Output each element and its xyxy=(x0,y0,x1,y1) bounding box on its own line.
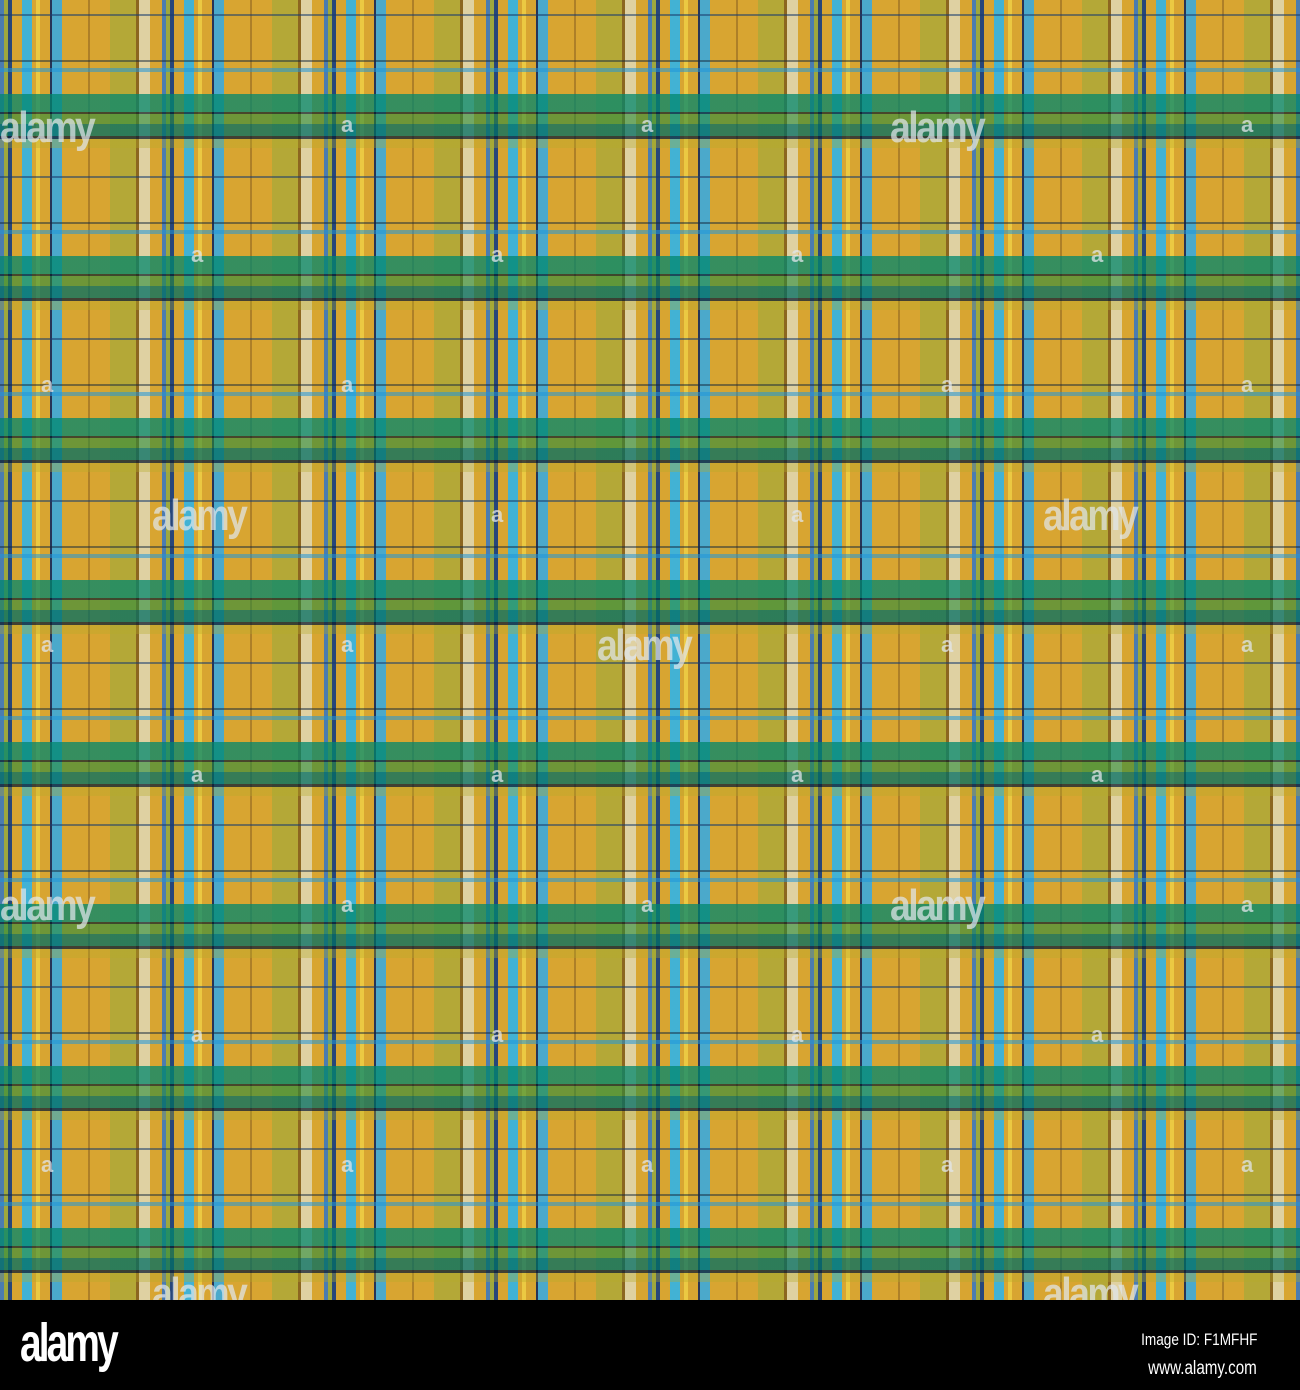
watermark-mark: a xyxy=(941,372,954,397)
watermark-mark: a xyxy=(941,1152,954,1177)
footer-bar: alamy Image ID: F1MFHF www.alamy.com xyxy=(0,1300,1300,1390)
watermark-mark: a xyxy=(41,632,54,657)
watermark-mark: a xyxy=(791,762,804,787)
watermark-mark: a xyxy=(1091,1022,1104,1047)
watermark-mark: a xyxy=(341,112,354,137)
watermark-mark: a xyxy=(1091,242,1104,267)
watermark: alamy xyxy=(890,881,986,930)
stock-image: alamy alamy alamy alamy alamy alamy alamy alamy… xyxy=(0,0,1300,1390)
watermark-mark: a xyxy=(41,1152,54,1177)
watermark-mark: a xyxy=(641,112,654,137)
watermark-mark: a xyxy=(191,762,204,787)
watermark: alamy xyxy=(597,621,693,670)
watermark: alamy xyxy=(152,491,248,540)
watermark-mark: a xyxy=(941,632,954,657)
image-id: Image ID: F1MFHF xyxy=(1140,1330,1257,1349)
watermark-mark: a xyxy=(491,762,504,787)
watermark: alamy xyxy=(1043,491,1139,540)
watermark-mark: a xyxy=(791,242,804,267)
watermark-mark: a xyxy=(191,1022,204,1047)
watermark-mark: a xyxy=(491,1022,504,1047)
watermark-mark: a xyxy=(1241,632,1254,657)
watermark-mark: a xyxy=(641,892,654,917)
watermark-mark: a xyxy=(791,502,804,527)
watermark-mark: a xyxy=(1091,762,1104,787)
watermark-mark: a xyxy=(491,242,504,267)
watermark-mark: a xyxy=(341,1152,354,1177)
watermark-mark: a xyxy=(791,1022,804,1047)
watermark-mark: a xyxy=(491,502,504,527)
watermark-mark: a xyxy=(1241,1152,1254,1177)
watermark: alamy xyxy=(0,103,96,152)
watermark-mark: a xyxy=(1241,372,1254,397)
watermark-mark: a xyxy=(341,892,354,917)
watermark-mark: a xyxy=(641,1152,654,1177)
alamy-logo: alamy xyxy=(20,1313,119,1373)
watermark-mark: a xyxy=(191,242,204,267)
watermark-mark: a xyxy=(41,372,54,397)
watermark-mark: a xyxy=(341,372,354,397)
watermark-mark: a xyxy=(341,632,354,657)
watermark: alamy xyxy=(890,103,986,152)
watermark-mark: a xyxy=(1241,892,1254,917)
watermark-mark: a xyxy=(1241,112,1254,137)
watermark: alamy xyxy=(0,881,96,930)
site-url: www.alamy.com xyxy=(1148,1358,1257,1379)
